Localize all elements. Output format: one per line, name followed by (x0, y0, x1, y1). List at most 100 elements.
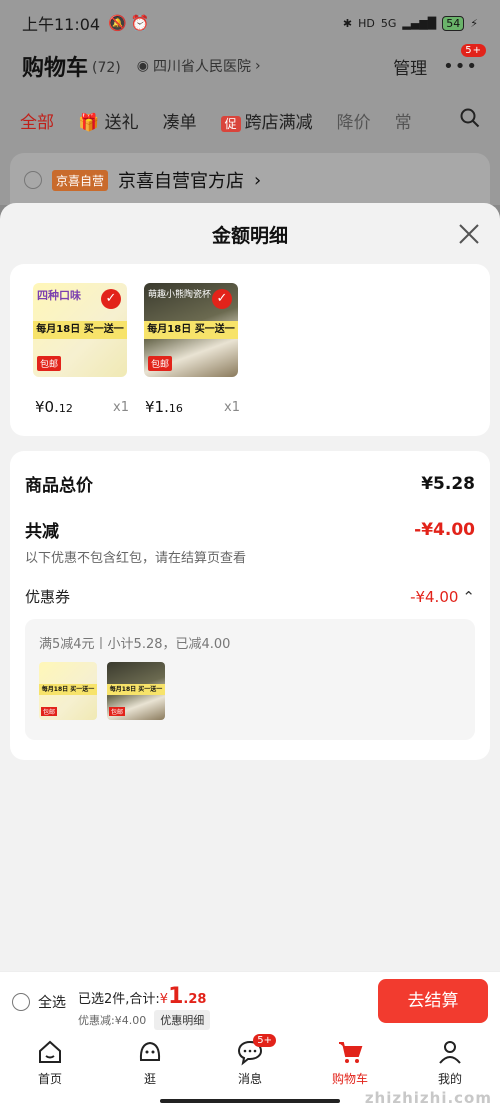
checkout-bar: 全选 已选2件,合计:¥1.28 优惠减:¥4.00 优惠明细 去结算 (0, 971, 500, 1031)
product-quantity: x1 (113, 400, 129, 415)
chevron-right-icon: › (254, 58, 261, 74)
tab-cross-store[interactable]: 促跨店满减 (220, 108, 313, 133)
reduce-note: 以下优惠不包含红包，请在结算页查看 (25, 551, 247, 566)
page-title: 购物车 (22, 56, 89, 81)
location-selector[interactable]: ◉ 四川省人民医院 › (137, 56, 261, 76)
coupon-product-image: 每月18日 买一送一 包邮 (107, 662, 165, 720)
discover-icon (139, 1041, 161, 1061)
profile-icon (439, 1041, 461, 1064)
select-all-label: 全选 (38, 995, 66, 1011)
product-quantity: x1 (224, 400, 240, 415)
tab-cart[interactable]: 购物车 (310, 1038, 390, 1087)
chevron-up-icon: ⌃ (462, 587, 475, 606)
cart-header: 购物车 (72) ◉ 四川省人民医院 › 管理 ••• 5+ (22, 43, 486, 84)
tab-label: 首页 (37, 1072, 62, 1086)
total-row: 商品总价 ¥5.28 (25, 471, 475, 497)
product-image[interactable]: 萌趣小熊陶瓷杯 每月18日 买一送一 ✓ 包邮 (144, 283, 238, 377)
product-banner: 每月18日 买一送一 (107, 684, 165, 695)
more-menu-button[interactable]: ••• 5+ (443, 43, 486, 77)
product-image[interactable]: 四种口味 每月18日 买一送一 ✓ 包邮 (33, 283, 127, 377)
coupon-value: -¥4.00 (410, 587, 459, 606)
coupon-product-image: 每月18日 买一送一 包邮 (39, 662, 97, 720)
cart-icon (339, 1042, 363, 1063)
free-shipping-tag: 包邮 (109, 707, 126, 716)
checkmark-icon: ✓ (212, 289, 232, 309)
discount-text: 优惠减:¥4.00 (78, 1014, 147, 1027)
product-image-caption: 四种口味 (37, 289, 81, 302)
reduce-value: -¥4.00 (414, 519, 475, 540)
store-header[interactable]: 京喜自营 京喜自营官方店 › (24, 167, 261, 193)
select-all[interactable]: 全选 (12, 992, 66, 1012)
manage-button[interactable]: 管理 (393, 54, 427, 79)
reduce-row: 共减 -¥4.00 (25, 517, 475, 543)
home-icon (39, 1040, 61, 1063)
home-indicator (160, 1099, 340, 1103)
mute-icon: 🔕 (108, 14, 127, 32)
product-image-caption: 萌趣小熊陶瓷杯 (148, 290, 212, 300)
checkmark-icon: ✓ (101, 289, 121, 309)
tab-label: 逛 (143, 1072, 156, 1086)
close-icon[interactable] (458, 223, 480, 245)
coupon-row[interactable]: 优惠券 -¥4.00 ⌃ (25, 586, 475, 607)
status-time: 上午11:04 (22, 15, 101, 34)
tab-all[interactable]: 全部 (20, 108, 54, 133)
signal-icon: ▂▄▆█ (402, 16, 437, 30)
selected-label: 已选2件,合计: (78, 992, 160, 1007)
products-card: 四种口味 每月18日 买一送一 ✓ 包邮 ¥0.12 x1 萌趣小熊陶瓷杯 每月… (10, 264, 490, 436)
amount-detail-sheet: 金额明细 四种口味 每月18日 买一送一 ✓ 包邮 ¥0.12 x1 萌趣小熊陶… (0, 203, 500, 971)
status-bar: 上午11:04 🔕 ⏰ ✱ HD 5G ▂▄▆█ 54 ⚡ (22, 12, 478, 34)
currency-symbol: ¥ (159, 992, 169, 1007)
chevron-right-icon: › (254, 169, 262, 191)
select-all-radio[interactable] (12, 993, 30, 1011)
search-icon[interactable] (460, 108, 480, 133)
total-value: ¥5.28 (421, 473, 475, 494)
network-label: 5G (380, 16, 397, 30)
amount-int: 1 (168, 984, 184, 1009)
alarm-icon: ⏰ (130, 14, 150, 32)
tab-label: 我的 (437, 1072, 462, 1086)
hd-icon: HD (358, 16, 375, 30)
watermark: zhizhizhi.com (364, 1089, 492, 1107)
tab-discover[interactable]: 逛 (110, 1038, 190, 1087)
price-breakdown-card: 商品总价 ¥5.28 共减 -¥4.00 以下优惠不包含红包，请在结算页查看 优… (10, 451, 490, 760)
charging-icon: ⚡ (470, 16, 478, 30)
bluetooth-icon: ✱ (342, 16, 353, 30)
coupon-detail-box: 满5减4元丨小计5.28，已减4.00 每月18日 买一送一 包邮 每月18日 … (25, 619, 475, 740)
amount-dec: .28 (183, 992, 207, 1007)
discount-detail-button[interactable]: 优惠明细 (154, 1010, 211, 1030)
tab-price-drop[interactable]: 降价 (337, 108, 371, 133)
tab-home[interactable]: 首页 (10, 1038, 90, 1087)
free-shipping-tag: 包邮 (41, 707, 58, 716)
product-price: ¥1.16 (145, 398, 183, 416)
product-banner: 每月18日 买一送一 (39, 684, 97, 695)
product-banner: 每月18日 买一送一 (33, 321, 127, 339)
total-label: 商品总价 (25, 476, 93, 496)
bottom-tab-bar: 首页 逛 5+ 消息 购物车 我的 zhizhizhi.com (0, 1030, 500, 1111)
cart-count: (72) (92, 60, 121, 76)
battery-icon: 54 (442, 15, 465, 31)
tab-common[interactable]: 常 (395, 108, 412, 133)
more-badge: 5+ (461, 43, 486, 57)
tab-label: 购物车 (331, 1072, 368, 1086)
location-icon: ◉ (136, 58, 149, 74)
filter-tabs: 全部 🎁 送礼 凑单 促跨店满减 降价 常 (20, 105, 480, 135)
tab-messages[interactable]: 5+ 消息 (210, 1034, 290, 1087)
store-select-radio[interactable] (24, 171, 42, 189)
tab-bundle[interactable]: 凑单 (163, 108, 197, 133)
store-tag: 京喜自营 (52, 169, 109, 191)
checkout-button[interactable]: 去结算 (378, 979, 488, 1023)
more-dots-icon: ••• (443, 55, 478, 77)
reduce-label: 共减 (25, 522, 59, 542)
location-label: 四川省人民医院 (152, 59, 251, 75)
store-name: 京喜自营官方店 (118, 171, 245, 192)
product-price: ¥0.12 (35, 398, 73, 416)
free-shipping-tag: 包邮 (37, 356, 62, 371)
gift-icon: 🎁 (78, 112, 100, 133)
coupon-label: 优惠券 (25, 588, 71, 606)
product-banner: 每月18日 买一送一 (144, 321, 238, 339)
sheet-title: 金额明细 (211, 225, 288, 247)
tab-profile[interactable]: 我的 (410, 1038, 490, 1087)
messages-badge: 5+ (253, 1034, 276, 1047)
free-shipping-tag: 包邮 (148, 356, 173, 371)
tab-gift[interactable]: 🎁 送礼 (78, 108, 139, 133)
